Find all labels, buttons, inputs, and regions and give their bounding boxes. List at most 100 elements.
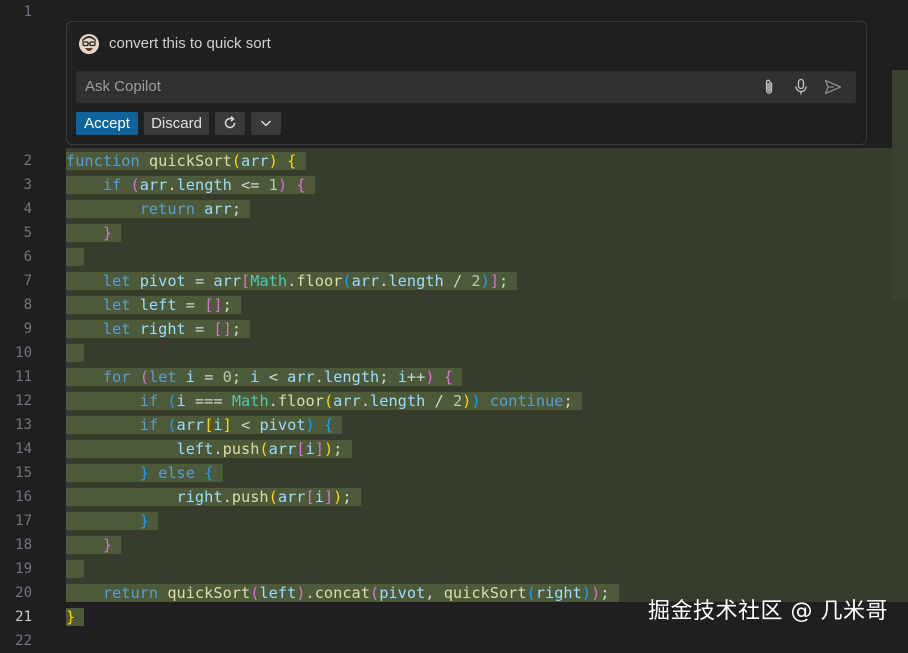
- code-line: [66, 245, 85, 269]
- code-token: i: [176, 392, 186, 410]
- chevron-down-icon: [260, 120, 272, 127]
- code-line: ········if (arr[i] < pivot) {: [66, 413, 343, 437]
- code-token: if: [102, 176, 122, 194]
- code-line: ····let pivot = arr[Math.floor(arr.lengt…: [66, 269, 518, 293]
- code-token: ): [268, 152, 278, 170]
- code-token: let: [102, 272, 131, 290]
- inserted-code: ····let pivot = arr[Math.floor(arr.lengt…: [66, 272, 518, 290]
- ask-copilot-input[interactable]: Ask Copilot: [76, 71, 856, 103]
- line-number: 18: [15, 537, 32, 553]
- code-token: ;: [231, 200, 242, 218]
- line-number: 16: [15, 489, 32, 505]
- code-token: quickSort: [167, 584, 251, 602]
- code-token: {: [296, 176, 306, 194]
- code-line: }: [66, 605, 85, 629]
- line-number: 22: [15, 633, 32, 649]
- code-token: 2: [452, 392, 463, 410]
- code-token: }: [66, 608, 76, 626]
- code-token: ]: [314, 440, 324, 458]
- code-token: arr: [287, 368, 315, 386]
- code-token: if: [139, 392, 159, 410]
- ask-copilot-placeholder: Ask Copilot: [85, 78, 161, 95]
- line-number: 21: [15, 609, 32, 625]
- code-token: .: [287, 272, 297, 290]
- code-token: ): [296, 584, 306, 602]
- code-token: arr: [268, 440, 297, 458]
- code-token: ;: [231, 368, 251, 386]
- line-number: 1: [23, 4, 32, 20]
- code-token: []: [204, 296, 223, 314]
- code-line: ········} else {: [66, 461, 223, 485]
- code-token: (: [342, 272, 352, 290]
- code-token: .: [222, 488, 232, 506]
- code-token: let: [102, 320, 131, 338]
- code-token: ): [425, 368, 435, 386]
- code-line: ····return quickSort(left).concat(pivot,…: [66, 581, 619, 605]
- code-token: i: [305, 440, 315, 458]
- code-token: {: [323, 416, 334, 434]
- code-line: ····}: [66, 533, 122, 557]
- regenerate-button[interactable]: [215, 112, 245, 135]
- code-token: ;: [499, 272, 509, 290]
- code-token: let: [148, 368, 177, 386]
- line-number: 17: [15, 513, 32, 529]
- code-token: =: [185, 272, 214, 290]
- code-token: length: [324, 368, 380, 386]
- send-icon[interactable]: [824, 78, 842, 96]
- code-token: left: [139, 296, 177, 314]
- code-token: ]: [222, 416, 232, 434]
- inserted-code: ····}: [66, 224, 122, 242]
- code-line: ····let right = [];: [66, 317, 251, 341]
- code-token: arr: [176, 416, 205, 434]
- code-token: left: [259, 584, 297, 602]
- code-token: quickSort: [443, 584, 527, 602]
- code-token: arr: [333, 392, 361, 410]
- code-token: right: [176, 488, 223, 506]
- inserted-code: }: [66, 608, 85, 626]
- inserted-code: [66, 560, 85, 578]
- whitespace-marker: ············: [66, 440, 177, 458]
- code-token: ++: [406, 368, 426, 386]
- mic-icon[interactable]: [792, 78, 810, 96]
- accept-button[interactable]: Accept: [76, 112, 138, 135]
- attach-icon[interactable]: [760, 78, 778, 96]
- discard-button[interactable]: Discard: [144, 112, 209, 135]
- code-token: quickSort: [148, 152, 232, 170]
- whitespace-marker: ········: [66, 200, 140, 218]
- code-token: length: [388, 272, 444, 290]
- code-token: [: [296, 440, 306, 458]
- code-line: ····}: [66, 221, 122, 245]
- code-token: else: [158, 464, 195, 482]
- code-token: Math: [231, 392, 269, 410]
- code-token: i: [185, 368, 195, 386]
- watermark: 掘金技术社区 @ 几米哥: [648, 599, 888, 624]
- code-token: []: [213, 320, 232, 338]
- more-options-button[interactable]: [251, 112, 281, 135]
- code-token: /: [425, 392, 453, 410]
- code-token: ;: [231, 320, 242, 338]
- whitespace-marker: ····: [66, 584, 103, 602]
- line-number: 2: [23, 153, 32, 169]
- code-token: <: [259, 368, 288, 386]
- code-token: Math: [250, 272, 288, 290]
- code-token: [: [241, 272, 251, 290]
- code-token: ): [480, 272, 490, 290]
- code-token: floor: [296, 272, 343, 290]
- code-token: (: [323, 392, 334, 410]
- scrollbar[interactable]: [892, 70, 908, 300]
- whitespace-marker: ········: [66, 464, 140, 482]
- line-number: 13: [15, 417, 32, 433]
- code-token: (: [259, 440, 269, 458]
- code-token: {: [443, 368, 453, 386]
- code-token: ]: [489, 272, 500, 290]
- inserted-code: [66, 248, 85, 266]
- code-token: ): [581, 584, 592, 602]
